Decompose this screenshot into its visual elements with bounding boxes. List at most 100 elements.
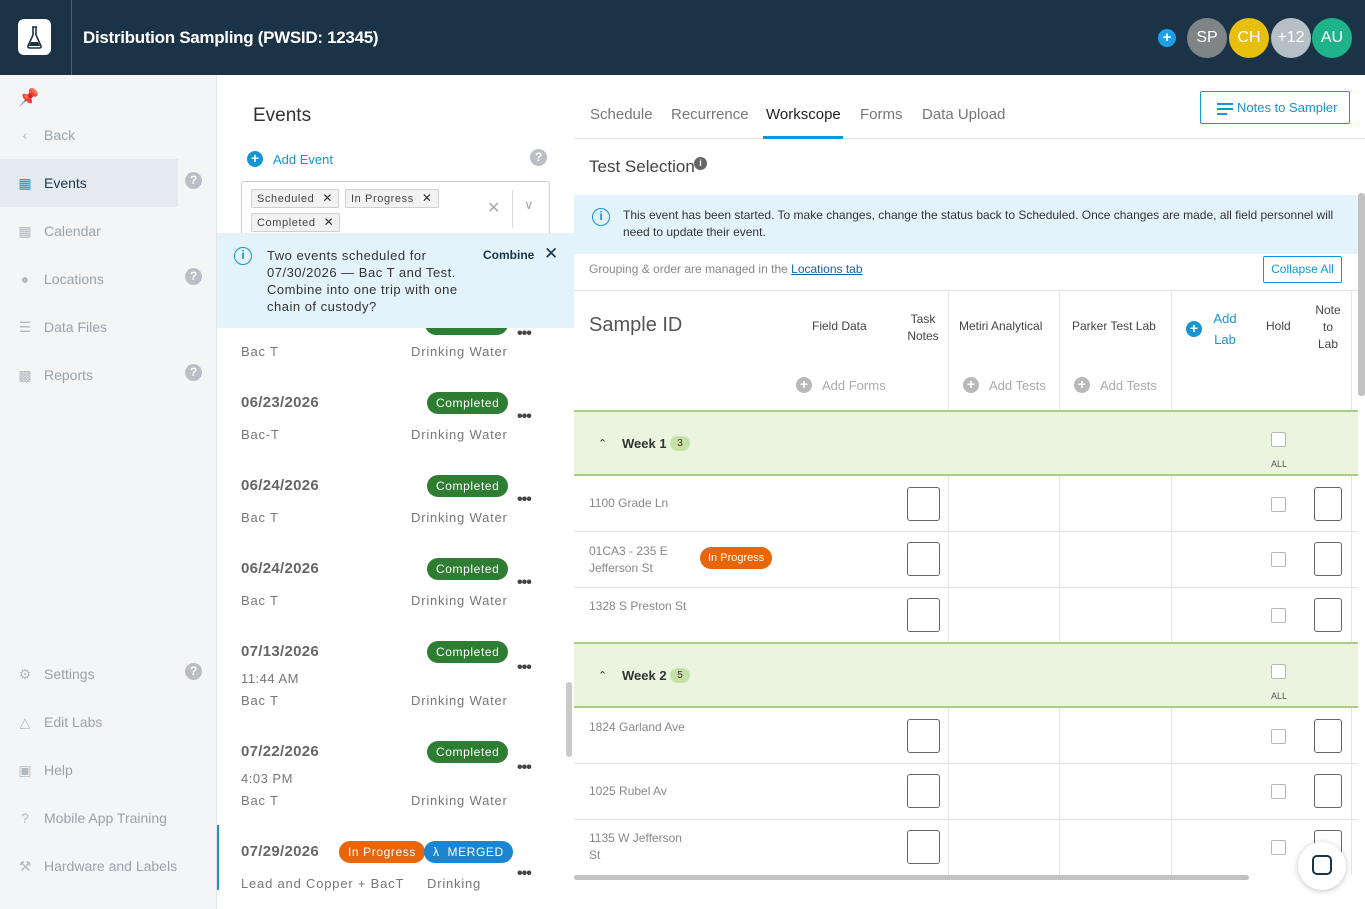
tab-forms[interactable]: Forms	[860, 106, 903, 123]
combine-button[interactable]: Combine	[483, 248, 534, 262]
header-divider	[71, 0, 72, 75]
event-item[interactable]: 06/23/2026 Completed Bac-T Drinking Wate…	[217, 392, 574, 477]
add-tests-button[interactable]: + Add Tests	[963, 377, 1046, 393]
event-item[interactable]: 06/24/2026 Completed Bac T Drinking Wate…	[217, 558, 574, 643]
help-icon[interactable]: ?	[185, 663, 202, 680]
hold-checkbox[interactable]	[1271, 497, 1286, 512]
task-notes-box[interactable]	[907, 774, 940, 808]
more-options-icon[interactable]: •••	[517, 408, 532, 426]
hold-all-checkbox[interactable]	[1271, 664, 1286, 679]
task-notes-box[interactable]	[907, 598, 940, 632]
task-notes-box[interactable]	[907, 830, 940, 864]
note-to-lab-box[interactable]	[1314, 598, 1342, 632]
chat-launcher-button[interactable]	[1298, 842, 1346, 890]
remove-icon[interactable]: ✕	[322, 191, 333, 205]
app-logo[interactable]	[18, 19, 51, 55]
chat-icon	[1312, 855, 1332, 875]
add-event-button[interactable]: + Add Event	[247, 151, 333, 167]
week-group-header[interactable]: ⌃ Week 2 5 ALL	[574, 642, 1358, 708]
sidebar-item-settings[interactable]: ⚙ Settings	[0, 650, 178, 698]
task-notes-box[interactable]	[907, 487, 940, 521]
more-options-icon[interactable]: •••	[517, 759, 532, 777]
flask-icon	[27, 26, 42, 49]
remove-icon[interactable]: ✕	[422, 191, 433, 205]
add-tests-button[interactable]: + Add Tests	[1074, 377, 1157, 393]
filter-chip-completed[interactable]: Completed ✕	[251, 213, 341, 232]
field-data-header: Field Data	[812, 319, 867, 333]
info-icon: i	[234, 247, 252, 265]
help-icon[interactable]: ?	[185, 364, 202, 381]
tab-workscope[interactable]: Workscope	[766, 106, 841, 123]
avatar-ch[interactable]: CH	[1229, 18, 1269, 58]
calendar-icon: ▦	[18, 174, 32, 191]
avatar-more[interactable]: +12	[1271, 18, 1311, 58]
pin-icon[interactable]: 📌	[18, 88, 39, 108]
event-item[interactable]: 06/24/2026 Completed Bac T Drinking Wate…	[217, 475, 574, 560]
more-options-icon[interactable]: •••	[517, 491, 532, 509]
notes-to-sampler-button[interactable]: Notes to Sampler	[1200, 91, 1350, 124]
event-item[interactable]: 07/13/2026 Completed 11:44 AM Bac T Drin…	[217, 641, 574, 743]
locations-tab-link[interactable]: Locations tab	[791, 262, 862, 276]
info-icon[interactable]: i	[694, 157, 707, 170]
add-lab-button[interactable]: + Add Lab	[1186, 308, 1238, 350]
clear-icon[interactable]: ✕	[487, 198, 500, 218]
chevron-down-icon[interactable]: ∨	[524, 197, 534, 213]
task-notes-box[interactable]	[907, 542, 940, 576]
chevron-up-icon[interactable]: ⌃	[598, 669, 607, 682]
tab-recurrence[interactable]: Recurrence	[671, 106, 749, 123]
close-icon[interactable]: ✕	[544, 244, 558, 264]
week-group-header[interactable]: ⌃ Week 1 3 ALL	[574, 410, 1358, 476]
note-to-lab-box[interactable]	[1314, 542, 1342, 576]
hold-checkbox[interactable]	[1271, 608, 1286, 623]
hold-checkbox[interactable]	[1271, 784, 1286, 799]
chevron-up-icon[interactable]: ⌃	[598, 437, 607, 450]
calendar-icon: ▦	[18, 222, 32, 239]
more-options-icon[interactable]: •••	[517, 574, 532, 592]
tab-schedule[interactable]: Schedule	[590, 106, 653, 123]
help-icon[interactable]: ?	[185, 172, 202, 189]
note-to-lab-box[interactable]	[1314, 774, 1342, 808]
sidebar-item-edit-labs[interactable]: △ Edit Labs	[0, 698, 178, 746]
status-badge: In Progress	[339, 841, 425, 863]
sidebar-item-help[interactable]: ▣ Help	[0, 746, 178, 794]
info-icon: i	[592, 208, 610, 226]
hold-checkbox[interactable]	[1271, 552, 1286, 567]
remove-icon[interactable]: ✕	[324, 215, 335, 229]
hold-checkbox[interactable]	[1271, 729, 1286, 744]
hold-all-checkbox[interactable]	[1271, 432, 1286, 447]
tab-data-upload[interactable]: Data Upload	[922, 106, 1005, 123]
note-to-lab-box[interactable]	[1314, 487, 1342, 521]
add-forms-button[interactable]: + Add Forms	[796, 377, 886, 393]
vertical-scrollbar[interactable]	[1358, 193, 1365, 396]
sidebar-item-reports[interactable]: ▩ Reports	[0, 351, 178, 399]
sidebar-item-calendar[interactable]: ▦ Calendar	[0, 207, 178, 255]
avatar-sp[interactable]: SP	[1187, 18, 1227, 58]
sidebar-item-mobile-app-training[interactable]: ? Mobile App Training	[0, 794, 178, 842]
filter-chip-scheduled[interactable]: Scheduled ✕	[251, 189, 340, 208]
divider	[948, 290, 949, 410]
note-to-lab-box[interactable]	[1314, 719, 1342, 753]
help-icon[interactable]: ?	[530, 149, 547, 166]
add-collaborator-button[interactable]: +	[1158, 29, 1176, 47]
more-options-icon[interactable]: •••	[517, 865, 532, 883]
sidebar-item-events[interactable]: ▦ Events	[0, 159, 178, 207]
divider	[1171, 290, 1172, 410]
help-icon[interactable]: ?	[185, 268, 202, 285]
chevron-left-icon: ‹	[22, 127, 28, 143]
avatar-au[interactable]: AU	[1312, 18, 1352, 58]
sidebar-item-hardware-and-labels[interactable]: ⚒ Hardware and Labels	[0, 842, 178, 890]
status-filter[interactable]: Scheduled ✕ In Progress ✕ Completed ✕ ✕ ∨	[241, 181, 550, 236]
sidebar-item-data-files[interactable]: ☰ Data Files	[0, 303, 178, 351]
events-scrollbar[interactable]	[566, 682, 572, 757]
event-item-selected[interactable]: 07/29/2026 In Progress λ MERGED Lead and…	[217, 841, 574, 909]
event-item[interactable]: 07/22/2026 Completed 4:03 PM Bac T Drink…	[217, 741, 574, 843]
horizontal-scrollbar[interactable]	[574, 875, 1249, 880]
more-options-icon[interactable]: •••	[517, 659, 532, 677]
hold-checkbox[interactable]	[1271, 840, 1286, 855]
filter-chip-in-progress[interactable]: In Progress ✕	[345, 189, 439, 208]
collapse-all-button[interactable]: Collapse All	[1263, 256, 1342, 283]
back-link[interactable]: ‹ Back	[0, 111, 178, 159]
count-badge: 3	[670, 436, 690, 451]
task-notes-box[interactable]	[907, 719, 940, 753]
sidebar-item-locations[interactable]: ● Locations	[0, 255, 178, 303]
